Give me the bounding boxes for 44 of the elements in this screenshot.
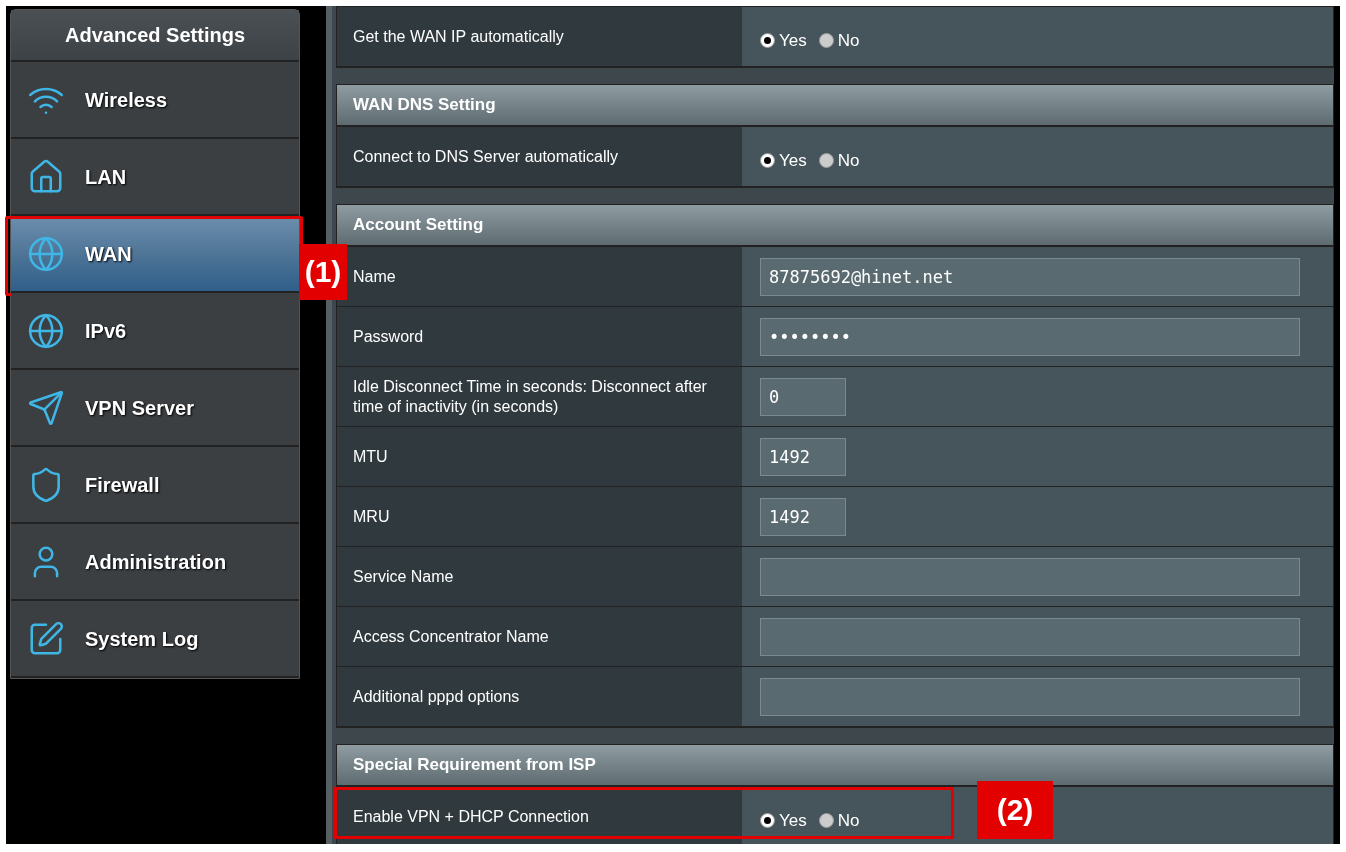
sidebar-item[interactable]: WAN [11, 216, 299, 293]
text-field[interactable]: 1492 [760, 497, 846, 536]
radio-label: No [837, 149, 860, 172]
radio-label: No [837, 809, 860, 832]
text-field[interactable]: 87875692@hinet.net [760, 257, 1300, 296]
field-label: Service Name [353, 566, 454, 587]
section-title: Account Setting [353, 214, 484, 237]
field-label: Enable VPN + DHCP Connection [353, 806, 589, 827]
globe-icon [27, 234, 65, 273]
section-title: WAN DNS Setting [353, 94, 496, 117]
field-label: Access Concentrator Name [353, 626, 549, 647]
pen-square-icon [27, 619, 65, 658]
radio-button[interactable] [760, 33, 775, 48]
radio-button[interactable] [818, 33, 834, 48]
field-label: Get the WAN IP automatically [353, 26, 564, 47]
field-label: Idle Disconnect Time in seconds: Disconnect after time of inactivity (in seconds) [353, 376, 708, 417]
paper-plane-icon [27, 388, 65, 427]
radio-label: Yes [779, 809, 807, 832]
text-field[interactable] [760, 677, 1300, 716]
radio-button[interactable] [760, 153, 775, 168]
globe-icon [27, 311, 65, 350]
radio-label: No [837, 29, 860, 52]
callout-label: (1) [299, 244, 347, 300]
radio-button[interactable] [760, 813, 775, 828]
text-field[interactable]: 1492 [760, 437, 846, 476]
sidebar-item[interactable]: IPv6 [11, 293, 299, 370]
field-label: MRU [353, 506, 390, 527]
radio-label: Yes [779, 149, 807, 172]
text-field[interactable] [760, 617, 1300, 656]
radio-label: Yes [779, 29, 807, 52]
radio-button[interactable] [818, 813, 834, 828]
sidebar-title: Advanced Settings [64, 23, 245, 48]
field-label: Connect to DNS Server automatically [353, 146, 618, 167]
house-icon [27, 157, 65, 196]
text-field[interactable] [760, 557, 1300, 596]
field-label: Password [353, 326, 424, 347]
section-title: Special Requirement from ISP [353, 754, 596, 777]
text-field[interactable]: 0 [760, 377, 846, 416]
field-label: Additional pppd options [353, 686, 520, 707]
field-label: MTU [353, 446, 388, 467]
radio-button[interactable] [818, 153, 834, 168]
field-label: Name [353, 266, 396, 287]
callout-label: (2) [977, 781, 1053, 839]
text-field[interactable]: •••••••• [760, 317, 1300, 356]
